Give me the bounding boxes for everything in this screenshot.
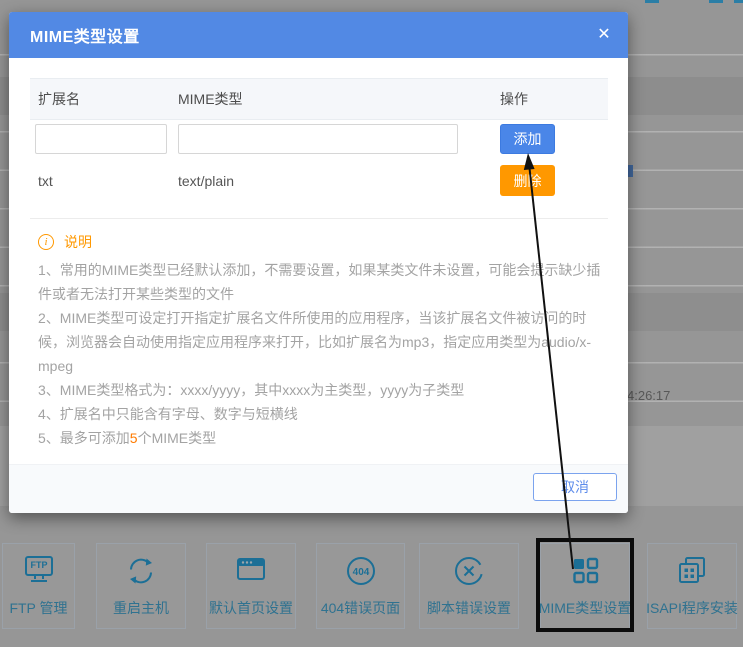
toolbar-item-label: ISAPI程序安装: [646, 598, 738, 618]
mime-grid-icon: [569, 555, 601, 592]
mime-table-header: 扩展名 MIME类型 操作: [30, 78, 608, 120]
section-divider: [30, 218, 608, 219]
header-action: 操作: [500, 89, 528, 109]
toolbar-item-default-index[interactable]: 默认首页设置: [206, 543, 296, 629]
note-item-2: 2、MIME类型可设定打开指定扩展名文件所使用的应用程序，当该扩展名文件被访问的…: [38, 306, 610, 378]
toolbar-item-404-page[interactable]: 404 404错误页面: [316, 543, 405, 629]
close-icon[interactable]: ✕: [593, 24, 615, 46]
mime-add-row: 添加: [30, 122, 608, 158]
mime-table-row: txt text/plain 删除: [30, 162, 608, 200]
note-item-1: 1、常用的MIME类型已经默认添加，不需要设置，如果某类文件未设置，可能会提示缺…: [38, 258, 610, 306]
info-icon: i: [38, 234, 54, 250]
mime-type-value: text/plain: [178, 162, 234, 200]
toolbar-item-label: FTP 管理: [9, 598, 67, 618]
screen: 4:26:17 FTP FTP 管理 重启主机: [0, 0, 743, 647]
toolbar-item-label: 脚本错误设置: [427, 598, 511, 618]
cancel-button[interactable]: 取消: [533, 473, 617, 501]
script-error-icon: [453, 555, 485, 592]
toolbar-item-label: 404错误页面: [321, 598, 400, 618]
note-item-5: 5、最多可添加5个MIME类型: [38, 426, 610, 450]
ftp-monitor-icon: FTP: [22, 555, 56, 590]
toolbar-item-script-error[interactable]: 脚本错误设置: [419, 543, 519, 629]
svg-text:FTP: FTP: [30, 560, 47, 570]
toolbar-item-label: MIME类型设置: [539, 598, 632, 618]
mime-settings-dialog: MIME类型设置 ✕ 扩展名 MIME类型 操作 添加 txt text/pla…: [9, 12, 628, 513]
toolbar-item-restart-host[interactable]: 重启主机: [96, 543, 186, 629]
delete-button[interactable]: 删除: [500, 165, 555, 196]
toolbar-item-label: 重启主机: [113, 598, 169, 618]
mime-type-input[interactable]: [178, 124, 458, 154]
notes-title: 说明: [64, 232, 92, 252]
note-item-4: 4、扩展名中只能含有字母、数字与短横线: [38, 402, 610, 426]
toolbar-item-label: 默认首页设置: [209, 598, 293, 618]
dialog-header: MIME类型设置 ✕: [9, 12, 628, 58]
notes-list: 1、常用的MIME类型已经默认添加，不需要设置，如果某类文件未设置，可能会提示缺…: [38, 258, 610, 450]
notes-header: i 说明: [38, 232, 92, 252]
restart-icon: [124, 555, 158, 592]
note-item-3: 3、MIME类型格式为：xxxx/yyyy，其中xxxx为主类型，yyyy为子类…: [38, 378, 610, 402]
header-extension: 扩展名: [38, 89, 80, 109]
note-highlight: 5: [130, 430, 138, 446]
toolbar-item-ftp-manage[interactable]: FTP FTP 管理: [2, 543, 75, 629]
404-circle-icon: 404: [345, 555, 377, 592]
extension-value: txt: [38, 162, 53, 200]
header-mime-type: MIME类型: [178, 89, 243, 109]
svg-text:404: 404: [352, 567, 369, 578]
isapi-install-icon: [675, 555, 709, 592]
extension-input[interactable]: [35, 124, 167, 154]
toolbar-item-mime-settings[interactable]: MIME类型设置: [540, 543, 630, 629]
browser-window-icon: [234, 555, 268, 590]
toolbar-item-isapi-install[interactable]: ISAPI程序安装: [647, 543, 737, 629]
dialog-footer: 取消: [9, 464, 628, 513]
dialog-title: MIME类型设置: [30, 23, 140, 47]
add-button[interactable]: 添加: [500, 124, 555, 154]
